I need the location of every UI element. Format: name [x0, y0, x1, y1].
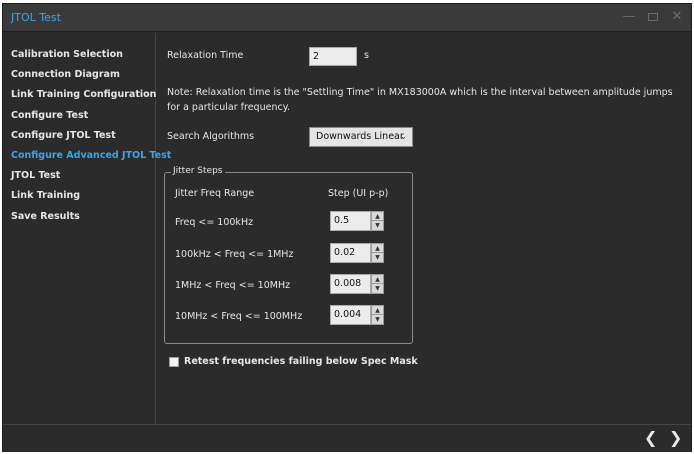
relaxation-time-unit: s: [364, 50, 369, 61]
close-icon[interactable]: ✕: [668, 8, 686, 26]
sidebar-item-calibration-selection[interactable]: Calibration Selection: [11, 49, 123, 60]
sidebar-item-configure-test[interactable]: Configure Test: [11, 110, 88, 121]
chevron-down-icon: ⌄: [399, 132, 407, 142]
freq-range-row-2: 100kHz < Freq <= 1MHz: [175, 249, 294, 260]
sidebar-item-configure-jtol-test[interactable]: Configure JTOL Test: [11, 130, 116, 141]
step-value-3[interactable]: 0.008: [330, 274, 371, 294]
app-window: JTOL Test — ✕ Calibration Selection Conn…: [2, 3, 692, 452]
sidebar-item-configure-advanced-jtol-test[interactable]: Configure Advanced JTOL Test: [11, 150, 171, 161]
freq-range-row-1: Freq <= 100kHz: [175, 217, 254, 228]
search-algorithms-dropdown[interactable]: Downwards Linear ⌄: [309, 127, 413, 147]
sidebar-item-connection-diagram[interactable]: Connection Diagram: [11, 69, 120, 80]
spin-down-icon[interactable]: ▼: [372, 253, 383, 262]
retest-label: Retest frequencies failing below Spec Ma…: [184, 356, 418, 367]
relaxation-time-label: Relaxation Time: [167, 50, 244, 61]
title-bar: JTOL Test — ✕: [3, 4, 691, 32]
search-algorithms-label: Search Algorithms: [167, 131, 255, 142]
spin-up-icon[interactable]: ▲: [372, 275, 383, 284]
retest-checkbox[interactable]: [169, 357, 179, 367]
spin-up-icon[interactable]: ▲: [372, 212, 383, 221]
main-panel: Relaxation Time 2 s Note: Relaxation tim…: [157, 33, 691, 424]
jitter-steps-group: Jitter Steps Jitter Freq Range Step (UI …: [164, 166, 413, 344]
relaxation-note: Note: Relaxation time is the "Settling T…: [167, 87, 673, 113]
step-value-4[interactable]: 0.004: [330, 305, 371, 325]
step-spinner-4[interactable]: 0.004 ▲ ▼: [330, 305, 384, 325]
freq-range-row-3: 1MHz < Freq <= 10MHz: [175, 280, 291, 291]
sidebar-item-jtol-test[interactable]: JTOL Test: [11, 170, 60, 181]
spin-down-icon[interactable]: ▼: [372, 284, 383, 293]
minimize-icon[interactable]: —: [620, 8, 638, 26]
freq-range-row-4: 10MHz < Freq <= 100MHz: [175, 311, 303, 322]
step-spinner-1[interactable]: 0.5 ▲ ▼: [330, 211, 384, 231]
step-value-1[interactable]: 0.5: [330, 211, 371, 231]
spin-up-icon[interactable]: ▲: [372, 244, 383, 253]
search-algorithms-value: Downwards Linear: [316, 131, 404, 142]
chevron-left-icon[interactable]: ❮: [644, 428, 657, 447]
sidebar-item-link-training[interactable]: Link Training: [11, 190, 80, 201]
spin-up-icon[interactable]: ▲: [372, 306, 383, 315]
step-spinner-3[interactable]: 0.008 ▲ ▼: [330, 274, 384, 294]
jitter-freq-range-header: Jitter Freq Range: [175, 188, 255, 199]
sidebar-item-link-training-configuration[interactable]: Link Training Configuration: [11, 89, 156, 100]
sidebar-item-save-results[interactable]: Save Results: [11, 211, 80, 222]
sidebar-nav: Calibration Selection Connection Diagram…: [3, 33, 171, 424]
maximize-icon[interactable]: [644, 8, 662, 27]
jitter-steps-title: Jitter Steps: [171, 166, 225, 176]
window-title: JTOL Test: [11, 11, 61, 24]
step-spinner-2[interactable]: 0.02 ▲ ▼: [330, 243, 384, 263]
step-header: Step (UI p-p): [328, 188, 389, 199]
spin-down-icon[interactable]: ▼: [372, 221, 383, 230]
footer-bar: ❮ ❯: [3, 424, 691, 452]
spin-down-icon[interactable]: ▼: [372, 315, 383, 324]
relaxation-time-input[interactable]: 2: [309, 47, 357, 66]
step-value-2[interactable]: 0.02: [330, 243, 371, 263]
chevron-right-icon[interactable]: ❯: [669, 428, 682, 447]
